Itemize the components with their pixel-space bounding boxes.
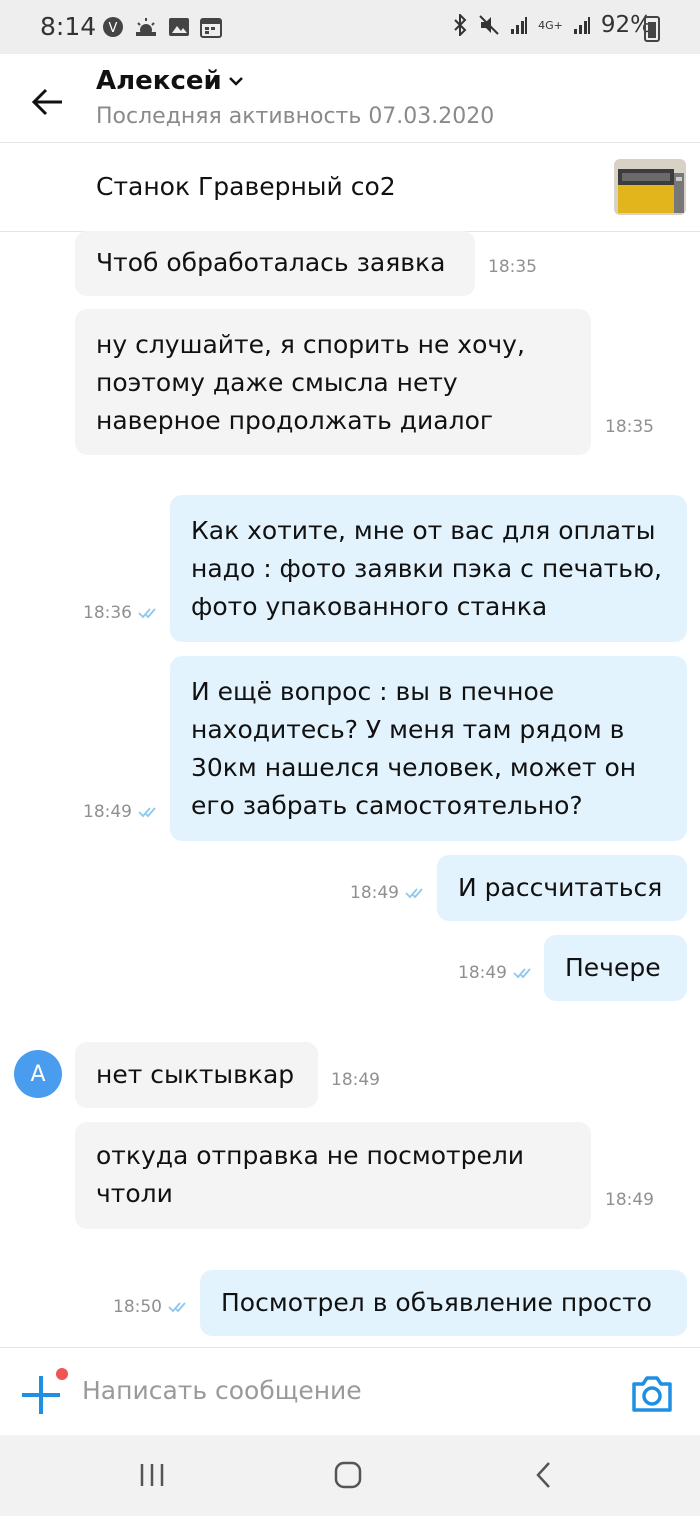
svg-text:V: V bbox=[109, 21, 118, 36]
mute-icon bbox=[479, 15, 499, 35]
message-text: Как хотите, мне от вас для оплаты bbox=[191, 516, 656, 545]
message-time: 18:49 bbox=[331, 1070, 380, 1090]
message-time: 18:49 bbox=[458, 963, 507, 983]
message-text: откуда отправка не посмотрели bbox=[96, 1141, 525, 1170]
message-text: наверное продолжать диалог bbox=[96, 406, 494, 435]
message-time: 18:49 bbox=[605, 1190, 654, 1210]
bluetooth-icon bbox=[454, 14, 467, 36]
message-list[interactable]: Чтоб обработалась заявка 18:35 ну слушай… bbox=[0, 231, 700, 1347]
contact-name: Алексей bbox=[96, 66, 222, 96]
message-incoming: откуда отправка не посмотрели чтоли bbox=[75, 1122, 591, 1229]
contact-avatar[interactable]: А bbox=[14, 1050, 62, 1098]
message-outgoing: И рассчитаться bbox=[437, 855, 687, 921]
message-meta: 18:36 bbox=[83, 603, 160, 623]
message-text: И ещё вопрос : вы в печное bbox=[191, 677, 555, 706]
status-bar: 8:14 V 4G+ 92% bbox=[0, 0, 700, 54]
message-text: 30км нашелся человек, может он bbox=[191, 753, 637, 782]
system-icons: 4G+ 92% bbox=[452, 12, 652, 38]
message-text: находитесь? У меня там рядом в bbox=[191, 715, 625, 744]
listing-banner[interactable]: Станок Граверный со2 bbox=[0, 142, 700, 232]
message-incoming: Чтоб обработалась заявка bbox=[75, 231, 475, 296]
message-time: 18:50 bbox=[113, 1297, 162, 1317]
message-text: надо : фото заявки пэка с печатью, bbox=[191, 554, 662, 583]
viber-icon: V bbox=[103, 17, 123, 37]
double-check-icon bbox=[513, 968, 531, 979]
message-text: его забрать самостоятельно? bbox=[191, 791, 583, 820]
gallery-icon bbox=[169, 18, 189, 36]
battery-icon bbox=[644, 16, 660, 42]
chevron-down-icon bbox=[228, 77, 243, 86]
listing-title: Станок Граверный со2 bbox=[96, 172, 396, 201]
message-text: поэтому даже смысла нету bbox=[96, 368, 458, 397]
contact-name-button[interactable]: Алексей bbox=[96, 66, 244, 96]
message-text: Чтоб обработалась заявка bbox=[96, 248, 446, 277]
message-time: 18:49 bbox=[83, 802, 132, 822]
message-input[interactable]: Написать сообщение bbox=[82, 1376, 362, 1405]
system-nav-bar bbox=[0, 1435, 700, 1516]
message-text: фото упакованного станка bbox=[191, 592, 548, 621]
calendar-icon bbox=[200, 18, 222, 38]
message-text: ну слушайте, я спорить не хочу, bbox=[96, 330, 525, 359]
notification-icons: V bbox=[102, 14, 222, 40]
message-outgoing: Как хотите, мне от вас для оплаты надо :… bbox=[170, 495, 687, 642]
signal-icon bbox=[511, 17, 528, 34]
message-text: Печере bbox=[565, 953, 661, 982]
message-incoming: ну слушайте, я спорить не хочу, поэтому … bbox=[75, 309, 591, 455]
message-time: 18:35 bbox=[488, 257, 537, 277]
listing-thumbnail[interactable] bbox=[614, 159, 686, 215]
double-check-icon bbox=[168, 1302, 186, 1313]
chat-header: Алексей Последняя активность 07.03.2020 bbox=[0, 54, 700, 142]
back-arrow-icon[interactable] bbox=[30, 84, 66, 120]
message-meta: 18:49 bbox=[83, 802, 160, 822]
home-icon[interactable] bbox=[333, 1460, 363, 1490]
message-outgoing: Печере bbox=[544, 935, 687, 1001]
message-time: 18:36 bbox=[83, 603, 132, 623]
last-active-text: Последняя активность 07.03.2020 bbox=[96, 104, 495, 129]
back-nav-icon[interactable] bbox=[534, 1460, 554, 1490]
message-incoming: нет сыктывкар bbox=[75, 1042, 318, 1108]
message-outgoing: Посмотрел в объявление просто bbox=[200, 1270, 687, 1336]
double-check-icon bbox=[138, 807, 156, 818]
message-time: 18:49 bbox=[350, 883, 399, 903]
notification-dot bbox=[56, 1368, 68, 1380]
recent-apps-icon[interactable] bbox=[138, 1461, 166, 1489]
camera-icon[interactable] bbox=[630, 1374, 674, 1414]
message-text: нет сыктывкар bbox=[96, 1060, 295, 1089]
attach-plus-icon[interactable] bbox=[20, 1374, 62, 1416]
message-text: Посмотрел в объявление просто bbox=[221, 1288, 652, 1317]
message-text: чтоли bbox=[96, 1179, 173, 1208]
double-check-icon bbox=[405, 888, 423, 899]
status-time: 8:14 bbox=[40, 12, 97, 41]
message-meta: 18:50 bbox=[113, 1297, 190, 1317]
message-text: И рассчитаться bbox=[458, 873, 663, 902]
double-check-icon bbox=[138, 608, 156, 619]
network-type: 4G+ bbox=[538, 18, 563, 32]
message-input-bar: Написать сообщение bbox=[0, 1347, 700, 1436]
signal-icon-2 bbox=[573, 17, 590, 34]
weather-icon bbox=[136, 18, 156, 36]
message-meta: 18:49 bbox=[350, 883, 427, 903]
message-time: 18:35 bbox=[605, 417, 654, 437]
message-outgoing: И ещё вопрос : вы в печное находитесь? У… bbox=[170, 656, 687, 841]
message-meta: 18:49 bbox=[458, 963, 535, 983]
